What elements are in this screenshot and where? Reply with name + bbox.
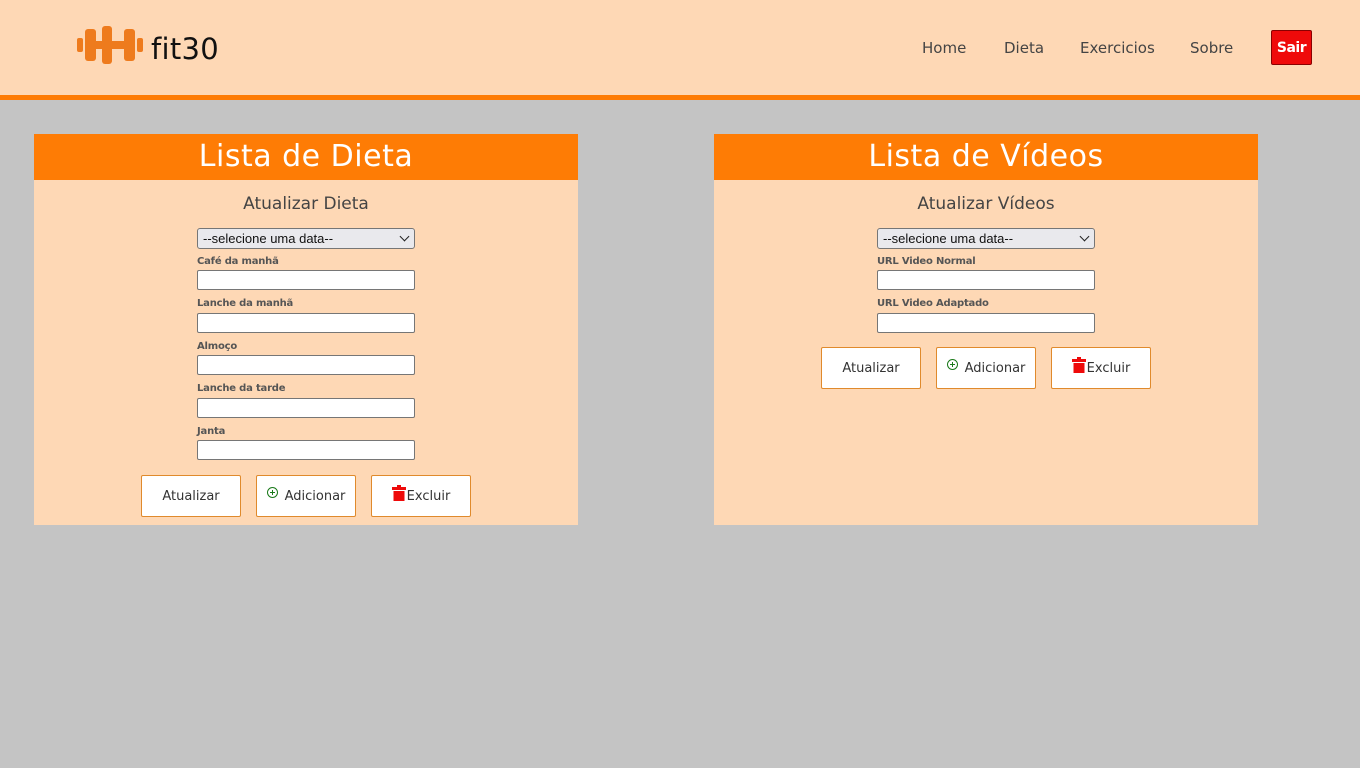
- field-label-breakfast: Café da manhã: [197, 256, 279, 267]
- chevron-down-icon: [399, 231, 410, 242]
- field-label-lunch: Almoço: [197, 341, 238, 352]
- video-panel-title: Lista de Vídeos: [714, 134, 1258, 180]
- video-date-select-value: --selecione uma data--: [883, 231, 1014, 246]
- nav-home[interactable]: Home: [922, 39, 966, 57]
- logout-button[interactable]: Sair: [1271, 30, 1312, 65]
- video-panel: Lista de Vídeos Atualizar Vídeos --selec…: [714, 134, 1258, 525]
- main-nav: Home Dieta Exercicios Sobre Sair: [0, 30, 1360, 65]
- field-label-morning-snack: Lanche da manhã: [197, 298, 294, 309]
- video-add-button[interactable]: Adicionar: [936, 347, 1036, 389]
- diet-panel-title: Lista de Dieta: [34, 134, 578, 180]
- lunch-input[interactable]: [197, 355, 415, 375]
- nav-dieta[interactable]: Dieta: [1004, 39, 1044, 57]
- add-circle-icon: [946, 358, 958, 370]
- diet-add-label: Adicionar: [284, 488, 346, 504]
- field-label-afternoon-snack: Lanche da tarde: [197, 383, 286, 394]
- video-delete-label: Excluir: [1086, 360, 1131, 376]
- video-normal-url-input[interactable]: [877, 270, 1095, 290]
- video-panel-subtitle: Atualizar Vídeos: [917, 194, 1055, 214]
- video-date-select[interactable]: --selecione uma data--: [877, 228, 1095, 249]
- field-label-video-normal: URL Video Normal: [877, 256, 976, 267]
- diet-update-label: Atualizar: [162, 488, 220, 504]
- morning-snack-input[interactable]: [197, 313, 415, 333]
- site-header: fit30 Home Dieta Exercicios Sobre Sair: [0, 0, 1360, 100]
- video-update-button[interactable]: Atualizar: [821, 347, 921, 389]
- video-delete-button[interactable]: Excluir: [1051, 347, 1151, 389]
- video-update-label: Atualizar: [842, 360, 900, 376]
- dinner-input[interactable]: [197, 440, 415, 460]
- field-label-video-adapted: URL Video Adaptado: [877, 298, 989, 309]
- diet-delete-label: Excluir: [406, 488, 451, 504]
- nav-sobre[interactable]: Sobre: [1190, 39, 1233, 57]
- breakfast-input[interactable]: [197, 270, 415, 290]
- diet-panel-subtitle: Atualizar Dieta: [243, 194, 369, 214]
- diet-date-select[interactable]: --selecione uma data--: [197, 228, 415, 249]
- afternoon-snack-input[interactable]: [197, 398, 415, 418]
- diet-panel: Lista de Dieta Atualizar Dieta --selecio…: [34, 134, 578, 525]
- diet-date-select-value: --selecione uma data--: [203, 231, 334, 246]
- video-add-label: Adicionar: [964, 360, 1026, 376]
- chevron-down-icon: [1079, 231, 1090, 242]
- diet-add-button[interactable]: Adicionar: [256, 475, 356, 517]
- trash-icon: [391, 485, 406, 501]
- field-label-dinner: Janta: [197, 426, 226, 437]
- diet-delete-button[interactable]: Excluir: [371, 475, 471, 517]
- trash-icon: [1071, 357, 1086, 373]
- nav-exercicios[interactable]: Exercicios: [1080, 39, 1155, 57]
- diet-update-button[interactable]: Atualizar: [141, 475, 241, 517]
- video-adapted-url-input[interactable]: [877, 313, 1095, 333]
- add-circle-icon: [266, 486, 278, 498]
